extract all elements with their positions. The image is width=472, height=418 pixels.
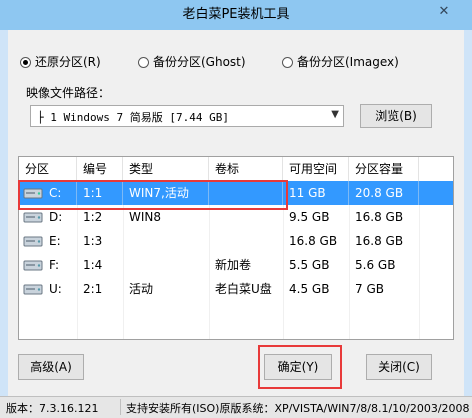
radio-backup-ghost[interactable]: 备份分区(Ghost): [138, 54, 246, 70]
free-cell: 11 GB: [283, 181, 349, 205]
image-select[interactable]: ├ 1 Windows 7 简易版 [7.44 GB] ▼: [30, 105, 344, 127]
drive-cell: U:: [19, 277, 77, 301]
supported-systems-text: 支持安装所有(ISO)原版系统：XP/VISTA/WIN7/8/8.1/10/2…: [126, 402, 470, 415]
close-icon: ✕: [438, 4, 450, 19]
num-cell: 1:2: [83, 210, 103, 224]
version-text: 版本：7.3.16.121: [6, 402, 99, 415]
type-cell: 活动: [129, 282, 154, 296]
close-window-button[interactable]: ✕: [424, 2, 464, 22]
drive-letter: F:: [49, 258, 60, 272]
num-cell: 1:1: [77, 181, 123, 205]
radio-label: 备份分区(Ghost): [153, 55, 246, 69]
browse-button[interactable]: 浏览(B): [360, 104, 432, 128]
radio-label: 备份分区(Imagex): [297, 55, 399, 69]
radio-backup-imagex[interactable]: 备份分区(Imagex): [282, 54, 399, 70]
main-panel: 还原分区(R) 备份分区(Ghost) 备份分区(Imagex) 映像文件路径：…: [8, 30, 464, 396]
radio-unchecked-icon: [282, 56, 293, 68]
table-header: 分区 编号 类型 卷标 可用空间 分区容量: [19, 157, 453, 182]
column-header[interactable]: 分区: [19, 157, 77, 181]
column-header[interactable]: 类型: [123, 157, 209, 181]
hard-drive-icon: [23, 236, 43, 247]
ok-button[interactable]: 确定(Y): [264, 354, 332, 380]
chevron-down-icon: ▼: [331, 109, 339, 120]
table-row[interactable]: F: 1:4 新加卷 5.5 GB 5.6 GB: [19, 253, 453, 277]
close-button[interactable]: 关闭(C): [366, 354, 432, 380]
drive-letter: D:: [49, 210, 63, 224]
free-cell: 9.5 GB: [289, 210, 330, 224]
label-cell: [209, 205, 283, 229]
table-row[interactable]: C: 1:1 WIN7,活动 11 GB 20.8 GB: [19, 181, 453, 205]
status-bar: 版本：7.3.16.121 支持安装所有(ISO)原版系统：XP/VISTA/W…: [0, 396, 472, 418]
image-path-label: 映像文件路径：: [26, 86, 111, 100]
usb-drive-icon: [23, 284, 43, 295]
size-cell: 16.8 GB: [355, 210, 404, 224]
hard-drive-icon: [23, 188, 43, 199]
status-divider: [120, 399, 121, 415]
type-cell: [123, 253, 209, 277]
size-cell: 20.8 GB: [349, 181, 419, 205]
type-cell: WIN8: [129, 210, 162, 224]
num-cell: 2:1: [83, 282, 103, 296]
drive-cell: E:: [19, 229, 77, 253]
radio-label: 还原分区(R): [35, 55, 101, 69]
free-cell: 16.8 GB: [289, 234, 338, 248]
label-cell: 新加卷: [215, 258, 252, 272]
drive-cell: F:: [19, 253, 77, 277]
table-row[interactable]: D: 1:2 WIN8 9.5 GB 16.8 GB: [19, 205, 453, 229]
partition-table: 分区 编号 类型 卷标 可用空间 分区容量 C: 1:1 WIN7,活动 11 GB 2…: [18, 156, 454, 340]
drive-letter: E:: [49, 234, 61, 248]
size-cell: 5.6 GB: [355, 258, 396, 272]
label-cell: [209, 181, 283, 205]
radio-checked-icon: [20, 56, 31, 68]
column-header[interactable]: 分区容量: [349, 157, 419, 181]
hard-drive-icon: [23, 260, 43, 271]
hard-drive-icon: [23, 212, 43, 223]
table-row[interactable]: E: 1:3 16.8 GB 16.8 GB: [19, 229, 453, 253]
size-cell: 7 GB: [355, 282, 384, 296]
window-title: 老白菜PE装机工具: [182, 7, 290, 22]
drive-letter: U:: [49, 282, 62, 296]
drive-cell: C:: [19, 181, 77, 205]
column-header[interactable]: 编号: [77, 157, 123, 181]
image-select-value: ├ 1 Windows 7 简易版 [7.44 GB]: [37, 111, 229, 124]
radio-unchecked-icon: [138, 56, 149, 68]
table-row[interactable]: U: 2:1 活动 老白菜U盘 4.5 GB 7 GB: [19, 277, 453, 301]
type-cell: [123, 229, 209, 253]
advanced-button[interactable]: 高级(A): [18, 354, 84, 380]
label-cell: 老白菜U盘: [215, 282, 272, 296]
title-bar: 老白菜PE装机工具 ✕: [0, 0, 472, 30]
free-cell: 4.5 GB: [289, 282, 330, 296]
num-cell: 1:3: [83, 234, 103, 248]
num-cell: 1:4: [83, 258, 103, 272]
label-cell: [209, 229, 283, 253]
column-header[interactable]: 卷标: [209, 157, 283, 181]
radio-restore-partition[interactable]: 还原分区(R): [20, 54, 101, 70]
size-cell: 16.8 GB: [355, 234, 404, 248]
column-header[interactable]: 可用空间: [283, 157, 349, 181]
drive-cell: D:: [19, 205, 77, 229]
drive-letter: C:: [49, 186, 62, 200]
free-cell: 5.5 GB: [289, 258, 330, 272]
type-cell: WIN7,活动: [123, 181, 209, 205]
